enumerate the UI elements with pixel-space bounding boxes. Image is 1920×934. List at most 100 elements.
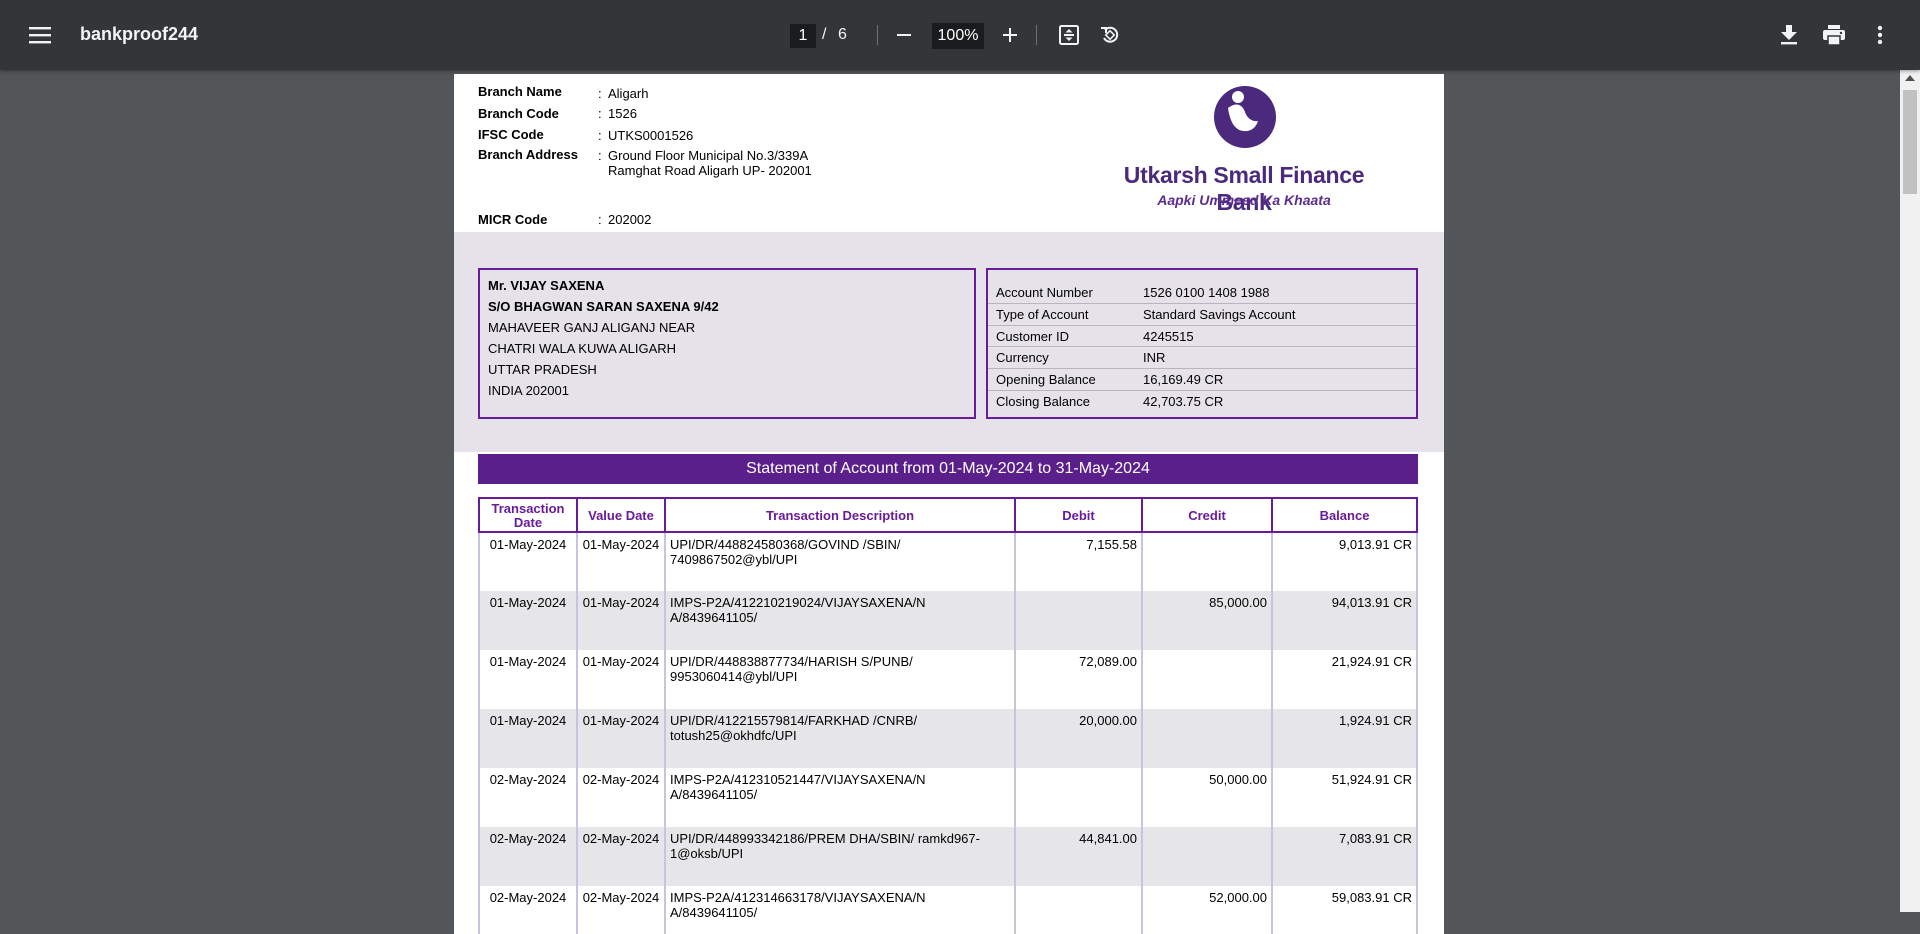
currency-label: Currency — [996, 350, 1049, 366]
txn-date-text: 01-May-2024 — [489, 713, 567, 728]
credit-cell — [1141, 827, 1273, 886]
micr-code-value: 202002 — [608, 212, 652, 227]
value-date-text: 01-May-2024 — [582, 654, 660, 669]
description-text: UPI/DR/448824580368/GOVIND /SBIN/ — [670, 537, 901, 552]
print-icon — [1823, 25, 1845, 45]
txn-date-text: 02-May-2024 — [489, 890, 567, 905]
colon: : — [598, 86, 602, 101]
scroll-up-arrow-icon[interactable] — [1905, 75, 1915, 81]
customer-account-band: Mr. VIJAY SAXENA S/O BHAGWAN SARAN SAXEN… — [454, 232, 1444, 452]
menu-button[interactable] — [20, 15, 60, 55]
account-type-label: Type of Account — [996, 306, 1089, 322]
print-button[interactable] — [1816, 17, 1852, 53]
header-description: Transaction Description — [664, 497, 1016, 533]
header-credit: Credit — [1141, 497, 1273, 533]
debit-text: 7,155.58 — [1086, 537, 1137, 552]
credit-text: 50,000.00 — [1209, 772, 1267, 787]
balance-text: 1,924.91 CR — [1339, 713, 1412, 728]
opening-balance-value: 16,169.49 CR — [1143, 372, 1224, 388]
rotate-button[interactable] — [1091, 17, 1129, 53]
description-text: UPI/DR/412215579814/FARKHAD /CNRB/ — [670, 713, 918, 728]
table-row: 01-May-2024 01-May-2024 UPI/DR/44883887773… — [478, 650, 1418, 709]
description-text: IMPS-P2A/412210219024/VIJAYSAXENA/N — [670, 595, 926, 610]
credit-cell: 85,000.00 — [1141, 591, 1273, 650]
description-cell: UPI/DR/448824580368/GOVIND /SBIN/7409867… — [664, 532, 1016, 591]
zoom-in-button[interactable] — [990, 18, 1030, 52]
table-row: 02-May-2024 02-May-2024 IMPS-P2A/412314663… — [478, 886, 1418, 934]
vertical-scrollbar[interactable] — [1900, 70, 1920, 912]
description-text: IMPS-P2A/412314663178/VIJAYSAXENA/N — [670, 890, 926, 905]
scroll-thumb[interactable] — [1903, 90, 1917, 194]
closing-balance-label: Closing Balance — [996, 393, 1090, 409]
txn-date-text: 01-May-2024 — [489, 654, 567, 669]
table-row: 01-May-2024 01-May-2024 UPI/DR/41221557981… — [478, 709, 1418, 768]
customer-address-line: INDIA 202001 — [488, 383, 569, 398]
value-date-text: 01-May-2024 — [582, 713, 660, 728]
bank-logo-mark-icon — [1214, 86, 1276, 148]
balance-cell: 1,924.91 CR — [1271, 709, 1418, 768]
header-transaction-date-line2: Date — [513, 515, 543, 530]
description-cell: IMPS-P2A/412310521447/VIJAYSAXENA/N A/843… — [664, 768, 1016, 827]
account-type-row: Type of Account Standard Savings Account — [988, 304, 1416, 326]
credit-cell: 50,000.00 — [1141, 768, 1273, 827]
balance-cell: 21,924.91 CR — [1271, 650, 1418, 709]
customer-address-line: UTTAR PRADESH — [488, 362, 597, 377]
zoom-level-input[interactable]: 100% — [932, 23, 984, 49]
page-number-input[interactable]: 1 — [790, 24, 816, 48]
micr-code-label: MICR Code — [478, 212, 548, 227]
colon: : — [598, 148, 602, 163]
value-date-text: 02-May-2024 — [582, 890, 660, 905]
balance-cell: 51,924.91 CR — [1271, 768, 1418, 827]
description-text: A/8439641105/ — [670, 905, 758, 920]
closing-balance-value: 42,703.75 CR — [1143, 393, 1224, 409]
pdf-page: Branch Name : Aligarh Branch Code : 1526… — [454, 74, 1444, 934]
zoom-out-button[interactable] — [884, 18, 924, 52]
header-transaction-date: Transaction Date — [478, 497, 578, 533]
branch-code-label: Branch Code — [478, 106, 559, 121]
customer-id-value: 4245515 — [1143, 328, 1194, 344]
currency-value: INR — [1143, 350, 1166, 366]
table-header-row: Transaction Date Value Date Transaction D… — [478, 497, 1418, 533]
balance-cell: 59,083.91 CR — [1271, 886, 1418, 934]
txn-date-text: 02-May-2024 — [489, 831, 567, 846]
ifsc-code-value: UTKS0001526 — [608, 128, 694, 143]
description-cell: UPI/DR/412215579814/FARKHAD /CNRB/totush… — [664, 709, 1016, 768]
credit-cell — [1141, 650, 1273, 709]
account-type-value: Standard Savings Account — [1143, 306, 1296, 322]
balance-text: 59,083.91 CR — [1331, 890, 1412, 905]
statement-title: Statement of Account from 01-May-2024 to… — [478, 454, 1418, 484]
header-value-date: Value Date — [576, 497, 666, 533]
debit-cell: 72,089.00 — [1014, 650, 1143, 709]
customer-address-line: MAHAVEER GANJ ALIGANJ NEAR — [488, 320, 696, 335]
bank-tagline: Aapki Ummeed Ka Khaata — [1157, 192, 1331, 208]
value-date-cell: 01-May-2024 — [576, 650, 666, 709]
txn-date-cell: 01-May-2024 — [478, 532, 578, 591]
txn-date-cell: 01-May-2024 — [478, 709, 578, 768]
txn-date-text: 01-May-2024 — [489, 537, 567, 552]
more-actions-button[interactable] — [1862, 17, 1898, 53]
ifsc-code-label: IFSC Code — [478, 127, 544, 142]
customer-name: Mr. VIJAY SAXENA — [488, 278, 605, 293]
balance-cell: 9,013.91 CR — [1271, 532, 1418, 591]
opening-balance-row: Opening Balance 16,169.49 CR — [988, 369, 1416, 391]
download-icon — [1781, 25, 1797, 45]
customer-address-line: CHATRI WALA KUWA ALIGARH — [488, 341, 677, 356]
value-date-cell: 02-May-2024 — [576, 886, 666, 934]
debit-cell — [1014, 591, 1143, 650]
rotate-icon — [1101, 26, 1119, 43]
account-number-value: 1526 0100 1408 1988 — [1143, 285, 1270, 300]
description-text: 7409867502@ybl/UPI — [670, 552, 798, 567]
credit-text: 85,000.00 — [1209, 595, 1267, 610]
value-date-cell: 01-May-2024 — [576, 591, 666, 650]
debit-cell: 20,000.00 — [1014, 709, 1143, 768]
account-number-label: Account Number — [996, 285, 1093, 300]
page-total: 6 — [838, 26, 847, 43]
description-cell: UPI/DR/448838877734/HARISH S/PUNB/995306… — [664, 650, 1016, 709]
fit-page-button[interactable] — [1050, 17, 1088, 53]
plus-icon — [1003, 28, 1017, 42]
download-button[interactable] — [1771, 17, 1807, 53]
transaction-rows: 01-May-2024 01-May-2024 UPI/DR/44882458036… — [478, 532, 1418, 934]
balance-text: 7,083.91 CR — [1339, 831, 1412, 846]
description-text: 1@oksb/UPI — [670, 846, 744, 861]
account-summary-box: Account Number 1526 0100 1408 1988 Type o… — [986, 268, 1418, 419]
